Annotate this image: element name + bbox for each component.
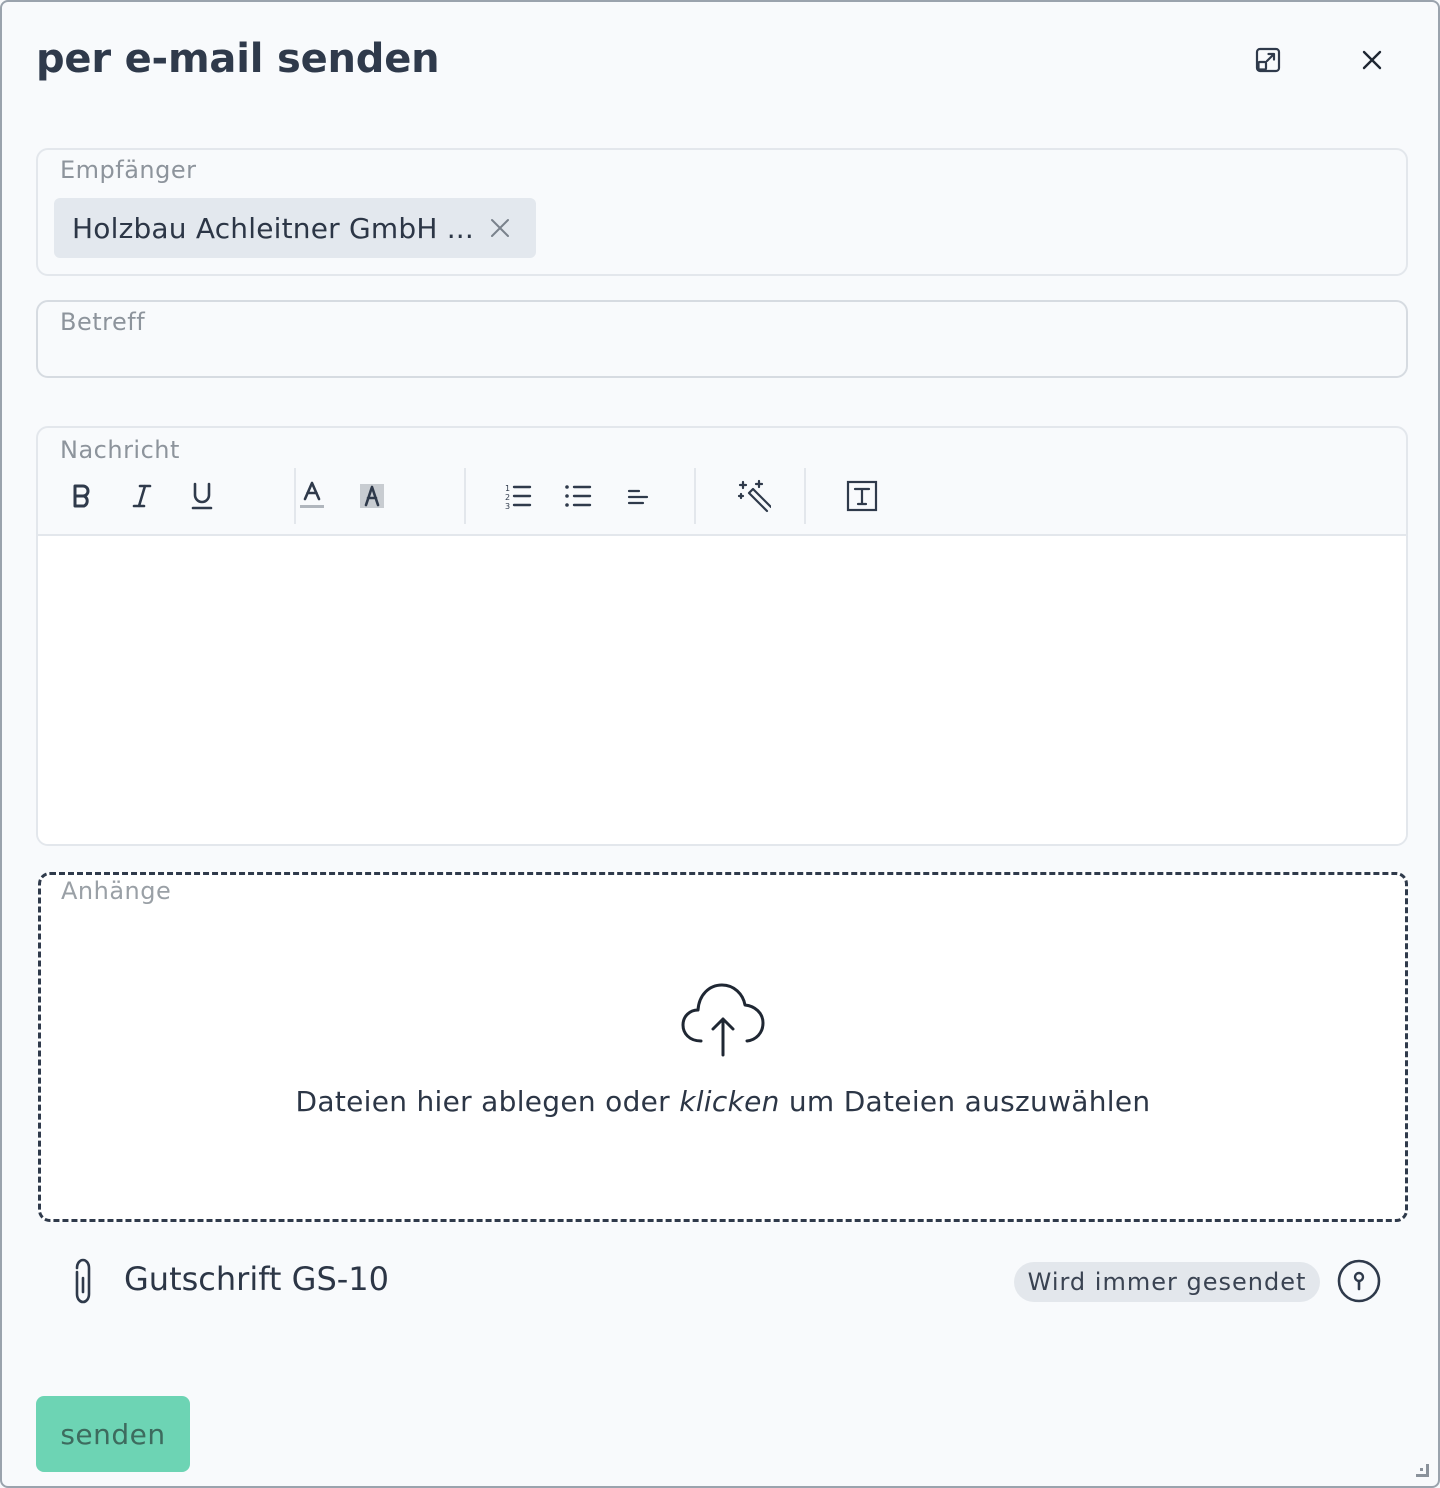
click-to-select-link[interactable]: klicken [679, 1085, 779, 1118]
align-icon [627, 489, 649, 505]
ordered-list-button[interactable]: 1 2 3 [496, 474, 540, 518]
magic-wand-button[interactable] [732, 474, 776, 518]
close-button[interactable] [1352, 40, 1392, 80]
toolbar-separator [804, 468, 806, 524]
bullet-list-button[interactable] [556, 474, 600, 518]
toolbar-separator [464, 468, 466, 524]
editor-toolbar: 1 2 3 [38, 468, 1406, 534]
svg-text:1: 1 [505, 484, 510, 493]
recipient-chip: Holzbau Achleitner GmbH ... [54, 198, 536, 258]
recipient-chip-text: Holzbau Achleitner GmbH ... [72, 211, 474, 245]
bold-button[interactable] [60, 474, 104, 518]
align-button[interactable] [616, 474, 660, 518]
italic-icon [132, 484, 152, 508]
text-color-icon [300, 481, 324, 508]
cloud-upload-icon [681, 983, 765, 1057]
message-field: Nachricht 1 2 3 [36, 426, 1408, 846]
text-template-icon [846, 480, 878, 512]
text-color-button[interactable] [290, 474, 334, 518]
resize-handle-icon[interactable] [1414, 1462, 1432, 1480]
help-icon[interactable] [1336, 1258, 1382, 1304]
highlight-color-icon [360, 484, 384, 508]
expand-button[interactable] [1248, 40, 1288, 80]
underline-button[interactable] [180, 474, 224, 518]
svg-text:3: 3 [505, 502, 510, 509]
attachment-item: Gutschrift GS-10 Wird immer gesendet [36, 1252, 1408, 1312]
bullet-list-icon [565, 485, 592, 507]
attachment-name: Gutschrift GS-10 [124, 1260, 390, 1298]
message-editor[interactable] [38, 534, 1406, 844]
expand-icon [1255, 47, 1281, 73]
recipient-label: Empfänger [60, 156, 197, 184]
text-template-button[interactable] [840, 474, 884, 518]
email-dialog: per e-mail senden Empfänger Holzbau Achl… [0, 0, 1440, 1488]
paperclip-icon [75, 1258, 91, 1304]
always-sent-badge: Wird immer gesendet [1014, 1262, 1320, 1302]
underline-icon [191, 482, 213, 510]
svg-text:2: 2 [505, 493, 510, 502]
send-button[interactable]: senden [36, 1396, 190, 1472]
dropzone-instructions: Dateien hier ablegen oder klicken um Dat… [295, 1085, 1151, 1118]
subject-label: Betreff [60, 308, 146, 336]
italic-button[interactable] [120, 474, 164, 518]
subject-field[interactable]: Betreff [36, 300, 1408, 378]
attachments-label: Anhänge [61, 877, 172, 905]
magic-wand-icon [737, 479, 771, 513]
dialog-title: per e-mail senden [36, 36, 440, 82]
bold-icon [73, 484, 90, 508]
ordered-list-icon: 1 2 3 [505, 484, 532, 509]
highlight-color-button[interactable] [350, 474, 394, 518]
remove-recipient-icon[interactable] [488, 216, 512, 240]
message-label: Nachricht [60, 436, 180, 464]
attachment-dropzone[interactable]: Anhänge Dateien hier ablegen oder klicke… [38, 872, 1408, 1222]
close-icon [1362, 50, 1382, 70]
toolbar-separator [694, 468, 696, 524]
recipient-field[interactable]: Empfänger Holzbau Achleitner GmbH ... [36, 148, 1408, 276]
subject-input[interactable] [60, 338, 1380, 372]
